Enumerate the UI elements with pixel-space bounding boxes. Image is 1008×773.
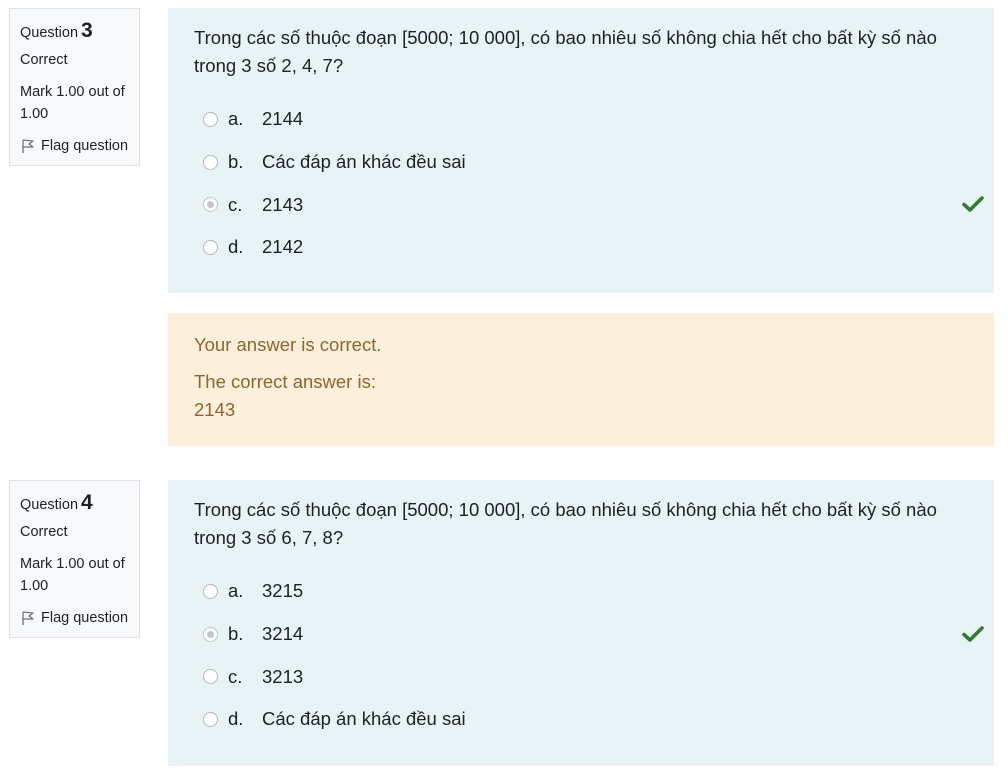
- answer-option-a[interactable]: a. 2144: [194, 98, 968, 141]
- question-feedback-3: Your answer is correct. The correct answ…: [168, 313, 994, 446]
- answer-option-c[interactable]: c. 3213: [194, 655, 968, 698]
- question-state: Correct: [20, 52, 68, 68]
- question-grade: Mark 1.00 out of 1.00: [20, 556, 125, 594]
- question-info-3: Question 3 Correct Mark 1.00 out of 1.00 …: [9, 8, 140, 166]
- option-letter: b.: [228, 623, 244, 645]
- question-text: Trong các số thuộc đoạn [5000; 10 000], …: [194, 27, 937, 76]
- question-label: Question: [20, 25, 79, 41]
- radio-button[interactable]: [203, 711, 218, 727]
- option-text: 3214: [262, 623, 304, 645]
- answer-option-d[interactable]: d. 2142: [194, 226, 968, 269]
- flag-icon: [22, 611, 34, 625]
- question-number: 3: [81, 19, 93, 42]
- feedback-correctness: Your answer is correct.: [194, 334, 382, 355]
- radio-button[interactable]: [203, 154, 218, 170]
- flag-question-label: Flag question: [41, 610, 129, 626]
- option-text: 2144: [262, 108, 304, 130]
- radio-button-selected[interactable]: [203, 197, 218, 213]
- question-number-line: Question 4: [20, 491, 129, 517]
- question-formulation-3: Trong các số thuộc đoạn [5000; 10 000], …: [168, 8, 994, 293]
- question-grade: Mark 1.00 out of 1.00: [20, 84, 125, 122]
- question-number-line: Question 3: [20, 19, 129, 45]
- option-letter: d.: [228, 708, 244, 730]
- right-answer-value: 2143: [194, 399, 236, 420]
- correct-check-icon: [962, 196, 984, 213]
- flag-question-button[interactable]: Flag question: [20, 135, 129, 157]
- answer-option-b[interactable]: b. Các đáp án khác đều sai: [194, 141, 968, 184]
- option-text: Các đáp án khác đều sai: [262, 151, 466, 173]
- answer-option-d[interactable]: d. Các đáp án khác đều sai: [194, 698, 968, 741]
- answer-option-b[interactable]: b. 3214: [194, 613, 984, 656]
- option-letter: c.: [228, 193, 243, 215]
- question-label: Question: [20, 497, 79, 513]
- question-formulation-4: Trong các số thuộc đoạn [5000; 10 000], …: [168, 480, 994, 766]
- flag-icon: [22, 139, 34, 153]
- option-text: 3215: [262, 580, 304, 602]
- answer-option-a[interactable]: a. 3215: [194, 570, 968, 613]
- radio-button[interactable]: [203, 239, 218, 255]
- option-text: Các đáp án khác đều sai: [262, 708, 466, 730]
- radio-button[interactable]: [203, 111, 218, 127]
- option-letter: d.: [228, 236, 244, 258]
- question-state: Correct: [20, 524, 68, 540]
- flag-question-button[interactable]: Flag question: [20, 607, 129, 629]
- option-letter: a.: [228, 108, 244, 130]
- option-letter: b.: [228, 151, 244, 173]
- radio-button[interactable]: [203, 669, 218, 685]
- option-letter: c.: [228, 665, 243, 687]
- question-text: Trong các số thuộc đoạn [5000; 10 000], …: [194, 499, 937, 548]
- question-number: 4: [81, 491, 93, 514]
- question-info-4: Question 4 Correct Mark 1.00 out of 1.00 …: [9, 480, 140, 638]
- answer-option-c[interactable]: c. 2143: [194, 183, 984, 226]
- option-text: 2143: [262, 193, 304, 215]
- option-letter: a.: [228, 580, 244, 602]
- flag-question-label: Flag question: [41, 138, 129, 154]
- radio-button[interactable]: [203, 583, 218, 599]
- radio-button-selected[interactable]: [203, 626, 218, 642]
- answer-options: a. 3215 b. 3214 c. 3213 d. Các đáp án kh…: [194, 570, 984, 741]
- right-answer-label: The correct answer is:: [194, 371, 376, 392]
- correct-check-icon: [962, 625, 984, 642]
- option-text: 2142: [262, 236, 304, 258]
- answer-options: a. 2144 b. Các đáp án khác đều sai c. 21…: [194, 98, 984, 269]
- option-text: 3213: [262, 665, 304, 687]
